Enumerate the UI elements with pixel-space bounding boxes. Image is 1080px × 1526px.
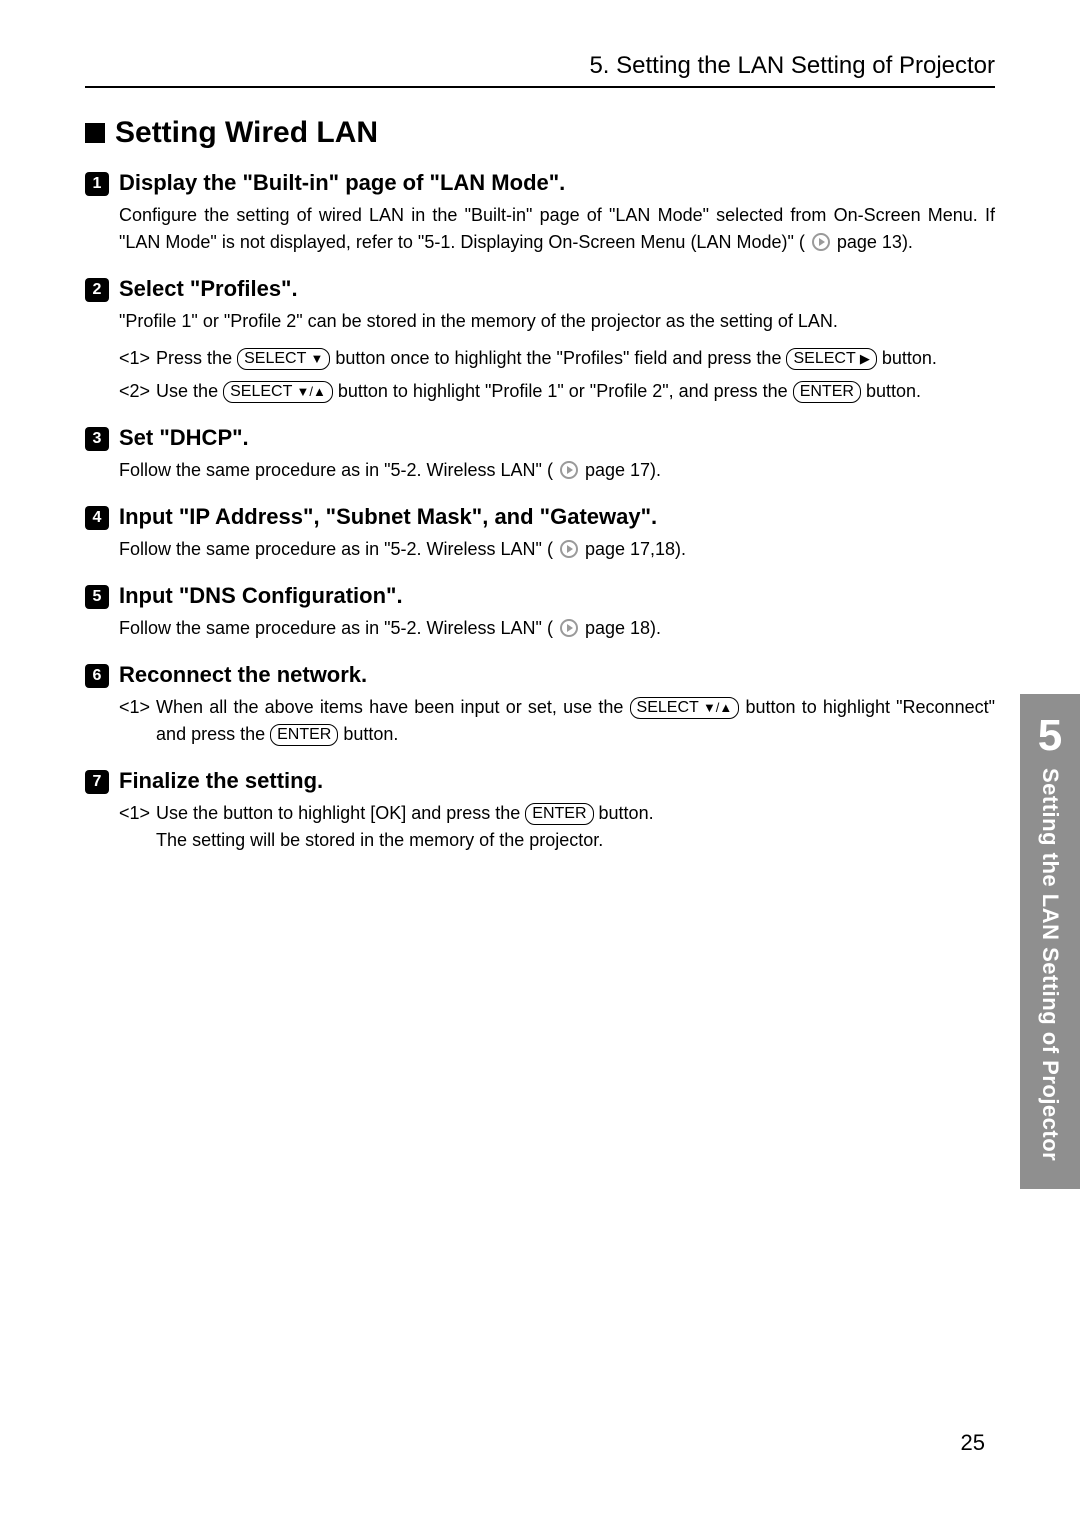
step-number-badge: 4: [85, 506, 109, 530]
step-number-badge: 3: [85, 427, 109, 451]
select-updown-button-icon: SELECT ▼/▲: [630, 697, 740, 719]
step-3: 3 Set "DHCP". Follow the same procedure …: [85, 425, 995, 484]
enter-button-icon: ENTER: [270, 724, 338, 746]
step-number-badge: 2: [85, 278, 109, 302]
step-4: 4 Input "IP Address", "Subnet Mask", and…: [85, 504, 995, 563]
substep-text: Use the button to highlight [OK] and pre…: [156, 803, 525, 823]
substep-text: button.: [882, 348, 937, 368]
select-updown-button-icon: SELECT ▼/▲: [223, 381, 333, 403]
step-body-text: Follow the same procedure as in "5-2. Wi…: [119, 539, 558, 559]
step-body-text-after: page 17).: [585, 460, 661, 480]
step-5: 5 Input "DNS Configuration". Follow the …: [85, 583, 995, 642]
step-title: Set "DHCP".: [119, 425, 249, 451]
step-number-badge: 7: [85, 770, 109, 794]
page-reference-icon: [560, 619, 578, 637]
chapter-number: 5: [1020, 714, 1080, 758]
step-body-text-after: page 17,18).: [585, 539, 686, 559]
chapter-thumb-tab: 5 Setting the LAN Setting of Projector: [1020, 694, 1080, 1189]
enter-button-icon: ENTER: [525, 803, 593, 825]
page-number: 25: [961, 1430, 985, 1456]
substep-text: Press the: [156, 348, 237, 368]
page-reference-icon: [560, 540, 578, 558]
step-title: Display the "Built-in" page of "LAN Mode…: [119, 170, 565, 196]
chapter-label: Setting the LAN Setting of Projector: [1037, 768, 1063, 1161]
section-title-text: Setting Wired LAN: [115, 116, 378, 150]
select-down-button-icon: SELECT ▼: [237, 348, 330, 370]
step-intro: "Profile 1" or "Profile 2" can be stored…: [119, 308, 995, 335]
step-title: Input "IP Address", "Subnet Mask", and "…: [119, 504, 657, 530]
substep-text: button.: [599, 803, 654, 823]
select-right-button-icon: SELECT ▶: [786, 348, 876, 370]
substep-marker: <1>: [119, 694, 150, 748]
substep-marker: <1>: [119, 345, 150, 372]
step-title: Finalize the setting.: [119, 768, 323, 794]
step-title: Input "DNS Configuration".: [119, 583, 403, 609]
substep-marker: <1>: [119, 800, 150, 854]
substep-text: button.: [866, 381, 921, 401]
substep-text: button to highlight "Profile 1" or "Prof…: [338, 381, 793, 401]
substep-text: Use the: [156, 381, 223, 401]
section-title: Setting Wired LAN: [85, 116, 995, 150]
step-body-text-after: page 18).: [585, 618, 661, 638]
step-6: 6 Reconnect the network. <1> When all th…: [85, 662, 995, 748]
step-body-text: Follow the same procedure as in "5-2. Wi…: [119, 460, 558, 480]
step-7: 7 Finalize the setting. <1> Use the butt…: [85, 768, 995, 854]
substep-text: button once to highlight the "Profiles" …: [335, 348, 786, 368]
step-body-text-after: page 13).: [837, 232, 913, 252]
step-2: 2 Select "Profiles". "Profile 1" or "Pro…: [85, 276, 995, 405]
running-header: 5. Setting the LAN Setting of Projector: [85, 52, 995, 88]
step-body-text: Follow the same procedure as in "5-2. Wi…: [119, 618, 558, 638]
step-1: 1 Display the "Built-in" page of "LAN Mo…: [85, 170, 995, 256]
step-number-badge: 5: [85, 585, 109, 609]
page-reference-icon: [812, 233, 830, 251]
step-number-badge: 1: [85, 172, 109, 196]
step-title: Select "Profiles".: [119, 276, 298, 302]
enter-button-icon: ENTER: [793, 381, 861, 403]
square-bullet-icon: [85, 123, 105, 143]
step-title: Reconnect the network.: [119, 662, 367, 688]
page-reference-icon: [560, 461, 578, 479]
substep-text: When all the above items have been input…: [156, 697, 629, 717]
step-number-badge: 6: [85, 664, 109, 688]
substep-marker: <2>: [119, 378, 150, 405]
substep-trailing: The setting will be stored in the memory…: [156, 830, 603, 850]
substep-text: button.: [343, 724, 398, 744]
